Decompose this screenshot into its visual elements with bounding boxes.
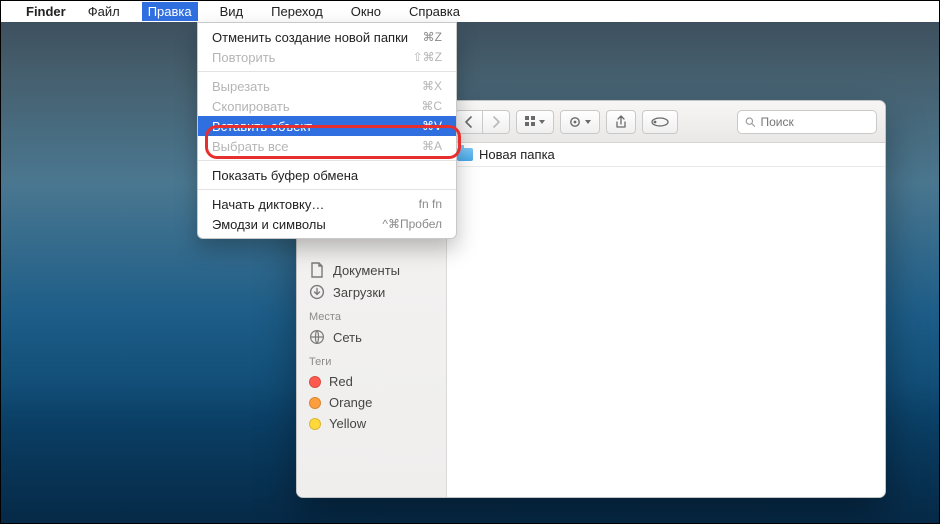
menu-item-emoji[interactable]: Эмодзи и символы ^⌘Пробел	[198, 214, 456, 234]
search-input[interactable]	[761, 115, 870, 129]
tag-dot-icon	[309, 397, 321, 409]
edit-menu-dropdown: Отменить создание новой папки ⌘Z Повтори…	[197, 22, 457, 239]
menu-item-label: Эмодзи и символы	[212, 217, 326, 232]
menu-go[interactable]: Переход	[265, 2, 329, 21]
action-menu-button[interactable]	[560, 110, 600, 134]
menu-item-undo[interactable]: Отменить создание новой папки ⌘Z	[198, 27, 456, 47]
menu-item-label: Скопировать	[212, 99, 290, 114]
menu-item-label: Вставить объект	[212, 119, 312, 134]
menu-item-redo: Повторить ⇧⌘Z	[198, 47, 456, 67]
menu-item-shortcut: ⌘V	[422, 119, 442, 133]
menu-item-shortcut: ⌘A	[422, 139, 442, 153]
path-bar: Новая папка	[447, 143, 885, 167]
sidebar-item-label: Загрузки	[333, 285, 385, 300]
menu-item-shortcut: ^⌘Пробел	[382, 217, 442, 231]
share-button[interactable]	[606, 110, 636, 134]
path-title: Новая папка	[479, 147, 555, 162]
menu-item-shortcut: ⌘Z	[423, 30, 442, 44]
tag-dot-icon	[309, 376, 321, 388]
tag-icon	[651, 117, 669, 127]
sidebar-tag-yellow[interactable]: Yellow	[297, 413, 446, 434]
finder-content-area[interactable]	[447, 167, 885, 497]
app-name[interactable]: Finder	[26, 4, 66, 19]
download-icon	[309, 284, 325, 300]
network-icon	[309, 329, 325, 345]
nav-forward-button[interactable]	[483, 110, 510, 134]
menu-item-cut: Вырезать ⌘X	[198, 76, 456, 96]
sidebar-item-downloads[interactable]: Загрузки	[297, 281, 446, 303]
sidebar-item-label: Red	[329, 374, 353, 389]
search-icon	[745, 116, 756, 128]
menu-item-label: Повторить	[212, 50, 275, 65]
menu-item-label: Вырезать	[212, 79, 270, 94]
sidebar-item-label: Документы	[333, 263, 400, 278]
menu-view[interactable]: Вид	[214, 2, 250, 21]
sidebar-tag-orange[interactable]: Orange	[297, 392, 446, 413]
menu-item-shortcut: fn fn	[419, 197, 442, 211]
tags-button[interactable]	[642, 110, 678, 134]
finder-main: Новая папка	[447, 101, 885, 497]
menu-file[interactable]: Файл	[82, 2, 126, 21]
menu-item-paste[interactable]: Вставить объект ⌘V	[198, 116, 456, 136]
sidebar-tag-red[interactable]: Red	[297, 371, 446, 392]
menu-item-shortcut: ⌘C	[421, 99, 442, 113]
sidebar-item-documents[interactable]: Документы	[297, 259, 446, 281]
sidebar-item-network[interactable]: Сеть	[297, 326, 446, 348]
share-icon	[615, 115, 627, 129]
sidebar-item-label: Сеть	[333, 330, 362, 345]
menu-edit[interactable]: Правка	[142, 2, 198, 21]
sidebar-group-tags: Теги	[297, 348, 446, 371]
sidebar-item-label: Orange	[329, 395, 372, 410]
menu-separator	[198, 160, 456, 161]
finder-toolbar	[447, 101, 885, 143]
menu-separator	[198, 71, 456, 72]
tag-dot-icon	[309, 418, 321, 430]
menu-item-shortcut: ⇧⌘Z	[413, 50, 442, 64]
sidebar-group-places: Места	[297, 303, 446, 326]
search-field[interactable]	[737, 110, 877, 134]
menu-item-copy: Скопировать ⌘C	[198, 96, 456, 116]
nav-back-button[interactable]	[455, 110, 483, 134]
menu-help[interactable]: Справка	[403, 2, 466, 21]
document-icon	[309, 262, 325, 278]
menu-item-label: Показать буфер обмена	[212, 168, 358, 183]
menu-window[interactable]: Окно	[345, 2, 387, 21]
grid-icon	[525, 116, 545, 128]
menu-separator	[198, 189, 456, 190]
menu-item-label: Начать диктовку…	[212, 197, 324, 212]
view-mode-button[interactable]	[516, 110, 554, 134]
menu-item-show-clipboard[interactable]: Показать буфер обмена	[198, 165, 456, 185]
folder-icon	[457, 148, 473, 161]
chevron-right-icon	[491, 116, 501, 128]
menu-item-label: Отменить создание новой папки	[212, 30, 408, 45]
menu-item-select-all: Выбрать все ⌘A	[198, 136, 456, 156]
chevron-left-icon	[464, 116, 474, 128]
menu-item-label: Выбрать все	[212, 139, 288, 154]
menubar: Finder Файл Правка Вид Переход Окно Спра…	[0, 0, 940, 22]
menu-item-start-dictation[interactable]: Начать диктовку… fn fn	[198, 194, 456, 214]
menu-item-shortcut: ⌘X	[422, 79, 442, 93]
sidebar-item-label: Yellow	[329, 416, 366, 431]
gear-icon	[569, 116, 591, 128]
